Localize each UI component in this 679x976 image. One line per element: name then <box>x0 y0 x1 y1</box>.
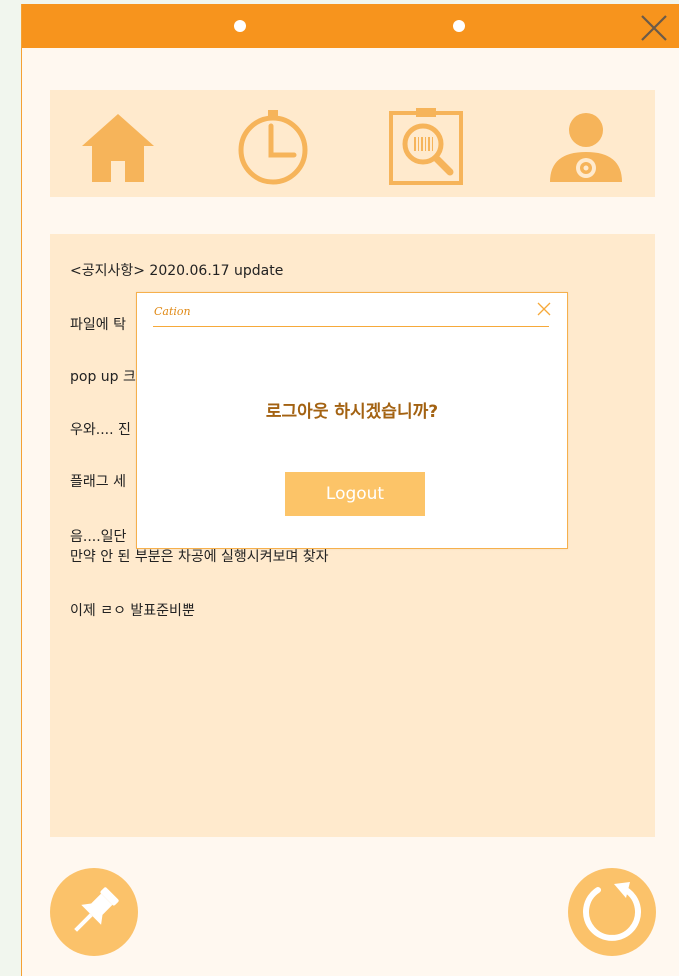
notice-line: 파일에 탁 <box>70 317 126 333</box>
home-icon[interactable] <box>78 106 158 186</box>
close-icon[interactable] <box>537 302 551 316</box>
logout-button[interactable]: Logout <box>285 472 425 516</box>
dialog-divider <box>153 326 549 327</box>
dot-indicator <box>234 20 246 32</box>
dialog-title: Cation <box>154 305 191 318</box>
notice-line: 우와.... 진 <box>70 422 131 438</box>
pin-button[interactable] <box>50 868 138 956</box>
refresh-icon <box>583 882 641 941</box>
nav-bar <box>50 90 655 197</box>
notice-line: 만약 안 된 부분은 차공에 실행시켜보며 찾자 <box>70 549 329 565</box>
close-icon[interactable] <box>639 13 669 43</box>
refresh-button[interactable] <box>568 868 656 956</box>
pin-icon <box>74 887 119 932</box>
timer-icon[interactable] <box>233 106 313 186</box>
barcode-scan-icon[interactable] <box>386 106 466 186</box>
user-settings-icon[interactable] <box>546 106 626 186</box>
notice-line: pop up 크 <box>70 369 136 385</box>
notice-line: 음....일단 <box>70 529 127 545</box>
logout-dialog: Cation 로그아웃 하시겠습니까? Logout <box>136 292 568 549</box>
dialog-message: 로그아웃 하시겠습니까? <box>265 402 439 422</box>
dot-indicator <box>453 20 465 32</box>
notice-line: 이제 ㄹㅇ 발표준비뿐 <box>70 603 195 619</box>
notice-line: 플래그 세 <box>70 474 126 490</box>
title-bar[interactable] <box>22 4 679 48</box>
notice-line: <공지사항> 2020.06.17 update <box>70 263 284 279</box>
